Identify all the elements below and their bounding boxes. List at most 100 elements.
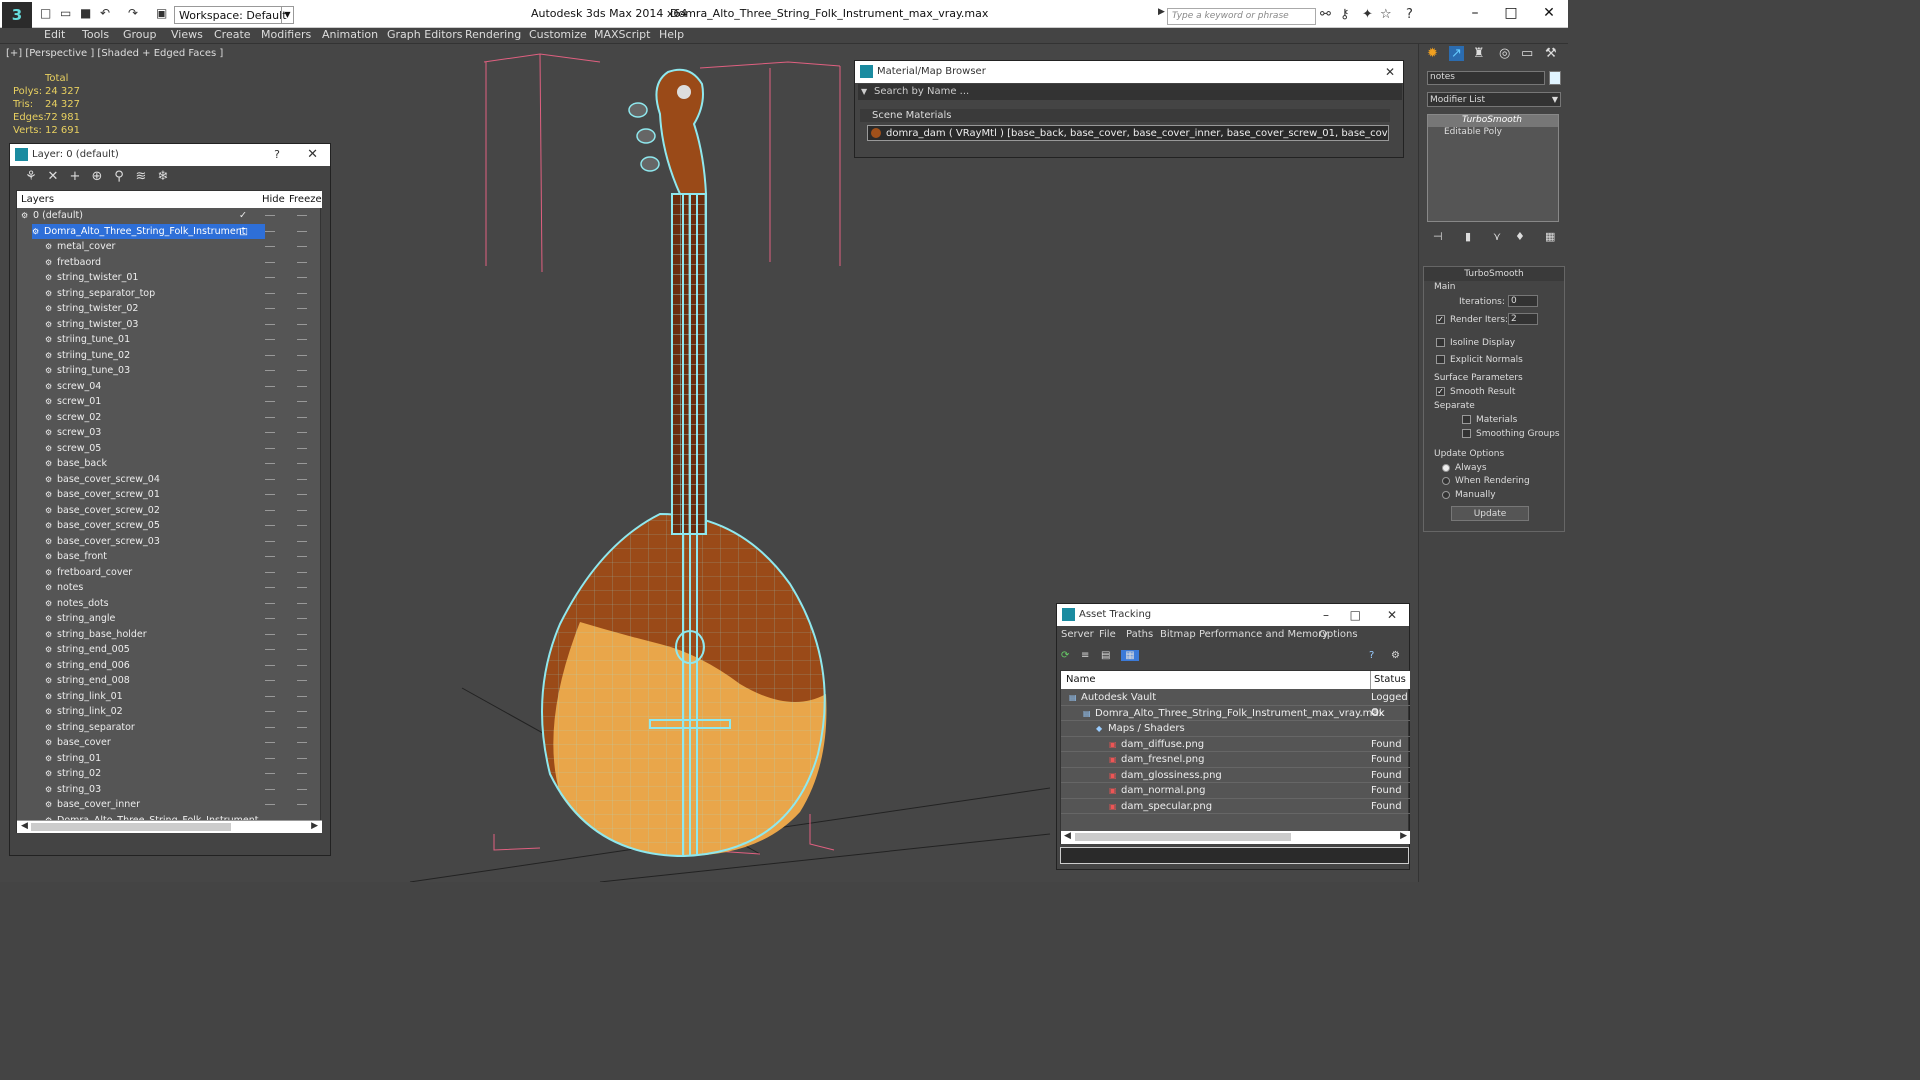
layer-object-row[interactable]: ⚙ base_cover_screw_04 bbox=[17, 472, 322, 488]
hide-toggle[interactable] bbox=[265, 354, 275, 356]
hide-toggle[interactable] bbox=[265, 540, 275, 542]
layer-object-row[interactable]: ⚙ screw_03 bbox=[17, 425, 322, 441]
always-radio[interactable]: Always bbox=[1442, 463, 1487, 473]
hide-toggle[interactable] bbox=[265, 370, 275, 371]
hide-toggle[interactable] bbox=[265, 432, 275, 433]
hide-toggle[interactable] bbox=[265, 773, 275, 774]
freeze-toggle[interactable] bbox=[297, 478, 307, 480]
close-button[interactable]: ✕ bbox=[1534, 5, 1564, 21]
layer-object-row[interactable]: ⚙ string_03 bbox=[17, 782, 322, 798]
hide-toggle[interactable] bbox=[265, 711, 275, 712]
menu-views[interactable]: Views bbox=[171, 28, 203, 42]
menu-help[interactable]: Help bbox=[659, 28, 684, 42]
freeze-toggle[interactable] bbox=[297, 571, 307, 573]
hide-toggle[interactable] bbox=[265, 478, 275, 480]
asset-row[interactable]: ▣ dam_fresnel.png Found bbox=[1061, 752, 1410, 768]
asset-path-field[interactable] bbox=[1060, 847, 1409, 864]
set-active-layer-icon[interactable]: □ bbox=[239, 224, 268, 239]
highlight-layer-icon[interactable]: ⚲ bbox=[108, 169, 130, 184]
hide-toggle[interactable] bbox=[265, 602, 275, 604]
new-file-icon[interactable]: □ bbox=[40, 6, 51, 20]
help-icon[interactable]: ? bbox=[1369, 650, 1374, 661]
hide-toggle[interactable] bbox=[265, 680, 275, 681]
hide-toggle[interactable] bbox=[265, 292, 275, 294]
hide-toggle[interactable] bbox=[265, 339, 275, 340]
layer-object-row[interactable]: ⚙ base_cover_screw_02 bbox=[17, 503, 322, 519]
table-view-icon[interactable]: ▦ bbox=[1121, 650, 1139, 661]
minimize-button[interactable]: – bbox=[1460, 5, 1490, 21]
configure-sets-icon[interactable]: ▦ bbox=[1545, 230, 1555, 243]
asset-titlebar[interactable]: Asset Tracking – □ ✕ bbox=[1057, 604, 1409, 626]
freeze-toggle[interactable] bbox=[297, 292, 307, 294]
scroll-right-icon[interactable]: ▶ bbox=[311, 821, 318, 831]
asset-row[interactable]: ▤ Domra_Alto_Three_String_Folk_Instrument… bbox=[1061, 706, 1410, 721]
layer-object-row[interactable]: ⚙ string_02 bbox=[17, 766, 322, 782]
freeze-all-icon[interactable]: ❄ bbox=[152, 169, 174, 184]
scroll-left-icon[interactable]: ◀ bbox=[21, 821, 28, 831]
search-input[interactable]: Type a keyword or phrase bbox=[1167, 8, 1316, 25]
freeze-toggle[interactable] bbox=[297, 416, 307, 418]
menu-graph-editors[interactable]: Graph Editors bbox=[387, 28, 463, 42]
freeze-toggle[interactable] bbox=[297, 788, 307, 790]
freeze-toggle[interactable] bbox=[297, 463, 307, 464]
hide-toggle[interactable] bbox=[265, 401, 275, 402]
hide-toggle[interactable] bbox=[265, 494, 275, 495]
freeze-toggle[interactable] bbox=[297, 695, 307, 697]
layer-object-row[interactable]: ⚙ fretbaord bbox=[17, 255, 322, 271]
scroll-thumb[interactable] bbox=[1075, 833, 1291, 841]
when-rendering-radio[interactable]: When Rendering bbox=[1442, 476, 1530, 486]
settings-icon[interactable]: ⚙ bbox=[1391, 650, 1400, 661]
hide-toggle[interactable] bbox=[265, 509, 275, 511]
hide-toggle[interactable] bbox=[265, 261, 275, 263]
asset-menu-paths[interactable]: Paths bbox=[1126, 629, 1153, 640]
layer-object-row[interactable]: ⚙ striing_tune_02 bbox=[17, 348, 322, 364]
object-color-swatch[interactable] bbox=[1549, 71, 1561, 85]
mm-titlebar[interactable]: Material/Map Browser ✕ bbox=[855, 61, 1403, 83]
freeze-toggle[interactable] bbox=[297, 246, 307, 247]
undo-icon[interactable]: ↶ bbox=[100, 6, 110, 20]
asset-row[interactable]: ◆ Maps / Shaders bbox=[1061, 721, 1410, 737]
hide-toggle[interactable] bbox=[265, 726, 275, 728]
hide-toggle[interactable] bbox=[265, 525, 275, 526]
freeze-toggle[interactable] bbox=[297, 649, 307, 650]
freeze-toggle[interactable] bbox=[297, 354, 307, 356]
layer-object-row[interactable]: ⚙ fretboard_cover bbox=[17, 565, 322, 581]
stack-item-editable-poly[interactable]: Editable Poly bbox=[1428, 127, 1558, 139]
iterations-spinner[interactable]: 0 bbox=[1508, 295, 1538, 307]
smooth-result-checkbox[interactable]: ✓ Smooth Result bbox=[1436, 387, 1515, 397]
motion-tab-icon[interactable]: ◎ bbox=[1499, 46, 1510, 61]
material-item[interactable]: domra_dam ( VRayMtl ) [base_back, base_c… bbox=[867, 125, 1389, 141]
freeze-toggle[interactable] bbox=[297, 602, 307, 604]
asset-row[interactable]: ▣ dam_glossiness.png Found bbox=[1061, 768, 1410, 783]
freeze-toggle[interactable] bbox=[297, 633, 307, 635]
layer-object-row[interactable]: ⚙ base_cover_inner bbox=[17, 797, 322, 813]
freeze-toggle[interactable] bbox=[297, 401, 307, 402]
hide-toggle[interactable] bbox=[265, 633, 275, 635]
menu-group[interactable]: Group bbox=[123, 28, 157, 42]
layer-object-row[interactable]: ⚙ notes_dots bbox=[17, 596, 322, 612]
binoculars-icon[interactable]: ⚯ bbox=[1320, 7, 1331, 22]
freeze-toggle[interactable] bbox=[297, 370, 307, 371]
freeze-toggle[interactable] bbox=[297, 773, 307, 774]
freeze-toggle[interactable] bbox=[297, 432, 307, 433]
hide-toggle[interactable] bbox=[265, 664, 275, 666]
asset-menu-bitmap[interactable]: Bitmap Performance and Memory bbox=[1160, 629, 1328, 640]
freeze-toggle[interactable] bbox=[297, 587, 307, 588]
asset-menu-file[interactable]: File bbox=[1099, 629, 1116, 640]
hide-toggle[interactable] bbox=[265, 695, 275, 697]
layer-object-row[interactable]: ⚙ string_end_008 bbox=[17, 673, 322, 689]
redo-icon[interactable]: ↷ bbox=[128, 6, 138, 20]
explicit-normals-checkbox[interactable]: Explicit Normals bbox=[1436, 355, 1523, 365]
hide-toggle[interactable] bbox=[265, 463, 275, 464]
key-icon[interactable]: ⚷ bbox=[1340, 7, 1350, 22]
layer-object-row[interactable]: ⚙ notes bbox=[17, 580, 322, 596]
workspace-select[interactable]: Workspace: Default ▼ bbox=[174, 6, 294, 24]
scene-materials-group[interactable]: Scene Materials bbox=[860, 109, 1390, 122]
search-expand-icon[interactable]: ▶ bbox=[1158, 7, 1165, 17]
layer-object-row[interactable]: ⚙ string_end_005 bbox=[17, 642, 322, 658]
list-view-icon[interactable]: ≡ bbox=[1081, 650, 1101, 661]
freeze-toggle[interactable] bbox=[297, 261, 307, 263]
layer-object-row[interactable]: ⚙ string_separator bbox=[17, 720, 322, 736]
hide-toggle[interactable] bbox=[265, 804, 275, 805]
col-name[interactable]: Name bbox=[1066, 671, 1096, 689]
